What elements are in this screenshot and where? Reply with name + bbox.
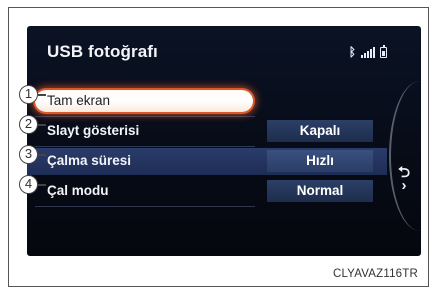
list-item-slideshow[interactable]: Slayt gösterisi Kapalı — [35, 118, 387, 145]
battery-icon — [380, 45, 387, 58]
screen-title: USB fotoğrafı — [47, 42, 158, 61]
row-label: Slayt gösterisi — [47, 123, 140, 138]
divider — [35, 116, 255, 117]
back-button[interactable]: ⮌ › — [393, 165, 415, 194]
list-item-full-screen[interactable]: Tam ekran — [35, 88, 387, 115]
settings-list: Tam ekran Slayt gösterisi Kapalı Çalma s… — [27, 88, 387, 208]
callout-line — [38, 154, 46, 156]
callout-3: 3 — [19, 145, 38, 164]
divider — [35, 206, 255, 207]
scroll-arc — [389, 81, 421, 231]
callout-1: 1 — [19, 85, 38, 104]
chevron-right-icon: › — [401, 177, 407, 194]
callout-line — [38, 184, 46, 186]
slideshow-value: Kapalı — [267, 120, 373, 142]
divider — [35, 146, 255, 147]
callout-line — [38, 94, 46, 96]
bluetooth-icon: ᛒ — [348, 45, 356, 59]
list-item-play-mode[interactable]: Çal modu Normal — [35, 178, 387, 205]
play-time-value: Hızlı — [267, 150, 373, 172]
list-item-play-time[interactable]: Çalma süresi Hızlı — [27, 148, 387, 175]
figure-frame: USB fotoğrafı ᛒ Tam ekran Slayt gösteris… — [8, 7, 429, 287]
row-label: Çalma süresi — [47, 153, 132, 168]
signal-icon — [361, 46, 375, 58]
row-label: Tam ekran — [47, 93, 111, 108]
callout-line — [38, 124, 46, 126]
callout-4: 4 — [19, 175, 38, 194]
display-screen: USB fotoğrafı ᛒ Tam ekran Slayt gösteris… — [27, 26, 421, 256]
play-mode-value: Normal — [267, 180, 373, 202]
status-bar: ᛒ — [348, 45, 387, 59]
callout-2: 2 — [19, 115, 38, 134]
figure-code: CLYAVAZ116TR — [332, 268, 418, 280]
row-label: Çal modu — [47, 183, 109, 198]
